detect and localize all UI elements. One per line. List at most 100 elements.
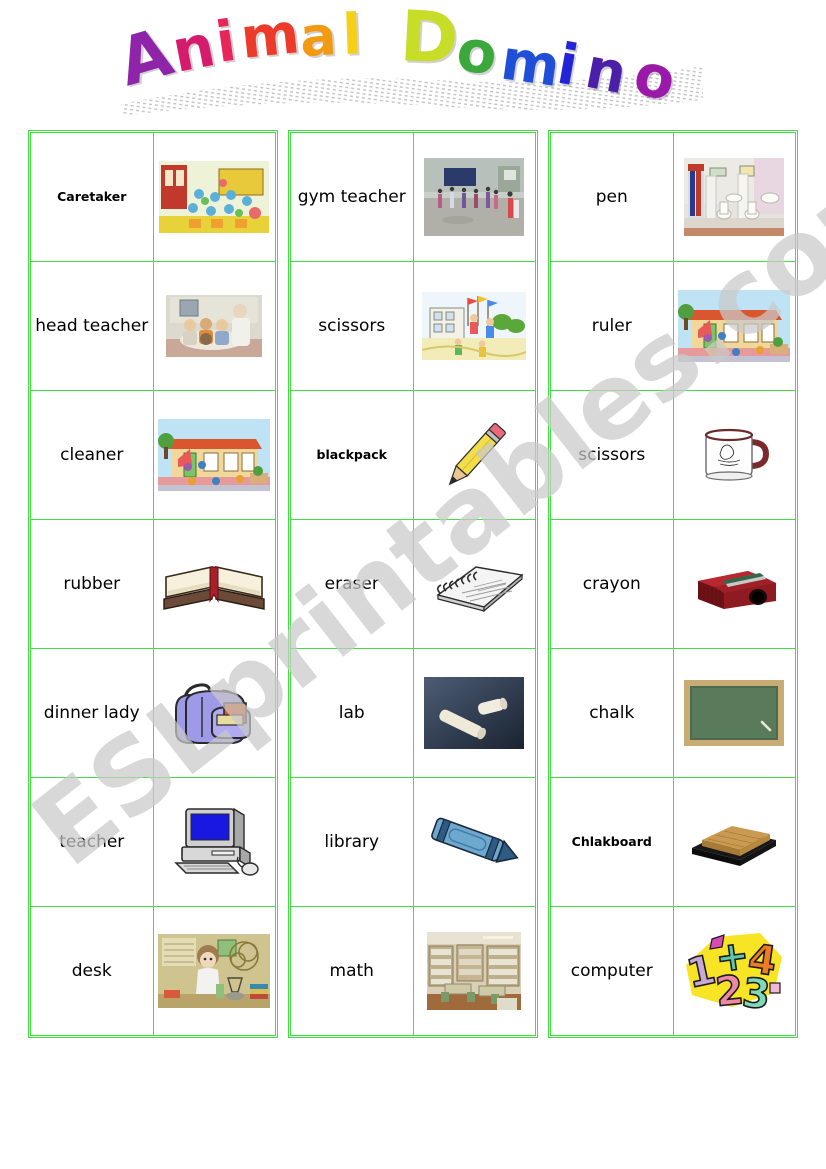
domino-tile[interactable]: dinner lady xyxy=(31,649,276,778)
domino-tile[interactable]: rubber xyxy=(31,520,276,649)
open-book-illustration xyxy=(157,523,273,645)
domino-word: desk xyxy=(71,960,112,981)
domino-word: library xyxy=(324,831,380,852)
domino-word-half[interactable]: desk xyxy=(31,907,154,1036)
domino-word-half[interactable]: rubber xyxy=(31,520,154,649)
domino-picture-half[interactable] xyxy=(153,262,276,391)
domino-tile[interactable]: Chlakboard xyxy=(551,778,796,907)
board-eraser-photo xyxy=(677,781,793,903)
domino-word: scissors xyxy=(318,315,386,336)
domino-tile[interactable]: chalk xyxy=(551,649,796,778)
white-mug-illustration xyxy=(677,394,793,516)
domino-tile[interactable]: gym teacher xyxy=(291,133,536,262)
domino-picture-half[interactable] xyxy=(153,649,276,778)
domino-word-half[interactable]: scissors xyxy=(291,262,414,391)
domino-picture-half[interactable] xyxy=(673,649,796,778)
title-banner: AAnniimmaallDDoommiinnoo xyxy=(0,0,826,122)
domino-word-half[interactable]: chalk xyxy=(551,649,674,778)
domino-picture-half[interactable] xyxy=(413,520,536,649)
domino-picture-half[interactable] xyxy=(153,520,276,649)
domino-tile[interactable]: Caretaker xyxy=(31,133,276,262)
domino-tile[interactable]: library xyxy=(291,778,536,907)
domino-picture-half[interactable] xyxy=(413,133,536,262)
domino-word: head teacher xyxy=(35,315,149,336)
domino-picture-half[interactable] xyxy=(413,262,536,391)
domino-tile[interactable]: ruler xyxy=(551,262,796,391)
domino-tile[interactable]: math xyxy=(291,907,536,1036)
left-column-inner: Caretaker head teacher cleaner rubber di… xyxy=(30,132,276,1036)
domino-word-half[interactable]: eraser xyxy=(291,520,414,649)
domino-word-half[interactable]: blackpack xyxy=(291,391,414,520)
domino-picture-half[interactable] xyxy=(413,391,536,520)
domino-word-half[interactable]: pen xyxy=(551,133,674,262)
domino-tile[interactable]: cleaner xyxy=(31,391,276,520)
domino-tile[interactable]: scissors xyxy=(291,262,536,391)
domino-picture-half[interactable] xyxy=(673,133,796,262)
domino-tile[interactable]: desk xyxy=(31,907,276,1036)
domino-word-half[interactable]: crayon xyxy=(551,520,674,649)
chalk-sticks-photo xyxy=(417,652,533,774)
title-letter: m xyxy=(238,1,303,72)
domino-word: Caretaker xyxy=(57,188,127,204)
school-playground-illustration xyxy=(417,265,533,387)
domino-word: pen xyxy=(595,186,628,207)
domino-word-half[interactable]: library xyxy=(291,778,414,907)
title-letter: o xyxy=(628,39,682,114)
domino-tile[interactable]: lab xyxy=(291,649,536,778)
domino-word-half[interactable]: ruler xyxy=(551,262,674,391)
domino-tile[interactable]: computer 1 + 4 2 3 xyxy=(551,907,796,1036)
domino-tile[interactable]: head teacher xyxy=(31,262,276,391)
colorful-numbers-illustration: 1 + 4 2 3 xyxy=(677,910,793,1032)
domino-picture-half[interactable] xyxy=(673,391,796,520)
domino-word-half[interactable]: head teacher xyxy=(31,262,154,391)
domino-tile[interactable]: pen xyxy=(551,133,796,262)
domino-picture-half[interactable] xyxy=(153,391,276,520)
spiral-notebook-illustration xyxy=(417,523,533,645)
domino-word-half[interactable]: gym teacher xyxy=(291,133,414,262)
domino-word-half[interactable]: lab xyxy=(291,649,414,778)
middle-column: gym teacher scissors blackpack eraser la… xyxy=(288,130,538,1038)
domino-word-half[interactable]: teacher xyxy=(31,778,154,907)
science-lab-child-illustration xyxy=(157,910,273,1032)
left-column: Caretaker head teacher cleaner rubber di… xyxy=(28,130,278,1038)
domino-tile[interactable]: teacher xyxy=(31,778,276,907)
domino-sheet: Caretaker head teacher cleaner rubber di… xyxy=(0,122,826,1038)
domino-picture-half[interactable] xyxy=(673,520,796,649)
domino-picture-half[interactable] xyxy=(673,262,796,391)
title-letter: l xyxy=(341,2,362,68)
domino-word-half[interactable]: math xyxy=(291,907,414,1036)
green-chalkboard-photo xyxy=(677,652,793,774)
right-column-inner: pen ruler scissors crayon chalk Chlakboa… xyxy=(550,132,796,1036)
domino-word: ruler xyxy=(591,315,632,336)
teacher-with-children-photo xyxy=(157,265,273,387)
domino-picture-half[interactable] xyxy=(153,778,276,907)
domino-picture-half[interactable] xyxy=(413,907,536,1036)
domino-word: gym teacher xyxy=(297,186,406,207)
domino-tile[interactable]: crayon xyxy=(551,520,796,649)
domino-picture-half[interactable] xyxy=(413,778,536,907)
domino-picture-half[interactable] xyxy=(153,133,276,262)
domino-word: dinner lady xyxy=(43,702,140,723)
middle-column-inner: gym teacher scissors blackpack eraser la… xyxy=(290,132,536,1036)
domino-word: blackpack xyxy=(316,446,388,462)
domino-picture-half[interactable] xyxy=(413,649,536,778)
domino-word-half[interactable]: dinner lady xyxy=(31,649,154,778)
domino-tile[interactable]: blackpack xyxy=(291,391,536,520)
title-letter: o xyxy=(454,16,501,88)
blue-crayon-illustration xyxy=(417,781,533,903)
title-letter: D xyxy=(398,0,460,80)
domino-picture-half[interactable] xyxy=(673,778,796,907)
domino-tile[interactable]: scissors xyxy=(551,391,796,520)
domino-word-half[interactable]: scissors xyxy=(551,391,674,520)
domino-word-half[interactable]: Chlakboard xyxy=(551,778,674,907)
domino-word: cleaner xyxy=(60,444,124,465)
yellow-pencil-illustration xyxy=(417,394,533,516)
domino-word-half[interactable]: computer xyxy=(551,907,674,1036)
domino-picture-half[interactable]: 1 + 4 2 3 xyxy=(673,907,796,1036)
domino-word-half[interactable]: cleaner xyxy=(31,391,154,520)
purple-backpack-illustration xyxy=(157,652,273,774)
school-gym-photo xyxy=(417,136,533,258)
domino-word-half[interactable]: Caretaker xyxy=(31,133,154,262)
domino-tile[interactable]: eraser xyxy=(291,520,536,649)
domino-picture-half[interactable] xyxy=(153,907,276,1036)
